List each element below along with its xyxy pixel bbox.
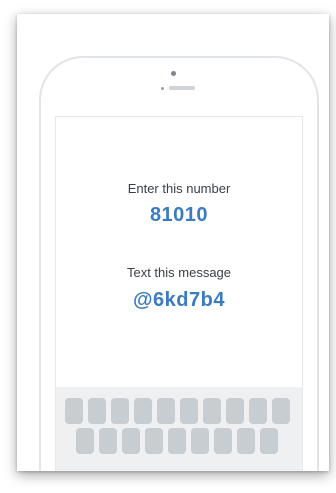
keyboard-key [203, 398, 221, 424]
keyboard-key [168, 428, 186, 454]
proximity-sensor-icon [161, 87, 164, 90]
keyboard-key [88, 398, 106, 424]
keyboard-key [145, 428, 163, 454]
message-label: Text this message [126, 265, 232, 280]
speaker-grille-icon [169, 86, 195, 90]
keyboard-key [76, 428, 94, 454]
keyboard-key [272, 398, 290, 424]
keyboard-key [122, 428, 140, 454]
number-value: 81010 [149, 204, 209, 226]
keyboard-key [134, 398, 152, 424]
keyboard-key [180, 398, 198, 424]
keyboard-row [56, 398, 302, 424]
keyboard-key [237, 428, 255, 454]
message-value: @6kd7b4 [133, 289, 225, 311]
keyboard-key [226, 398, 244, 424]
front-camera-icon [171, 71, 176, 76]
keyboard-key [214, 428, 232, 454]
keyboard-key [249, 398, 267, 424]
keyboard-key [99, 428, 117, 454]
keyboard-key [191, 428, 209, 454]
phone-screen: Enter this number 81010 Text this messag… [55, 116, 303, 471]
instruction-card: Enter this number 81010 Text this messag… [17, 14, 329, 471]
keyboard-key [111, 398, 129, 424]
number-label: Enter this number [127, 181, 231, 196]
keyboard-row [56, 428, 302, 454]
keyboard-key [260, 428, 278, 454]
keyboard-key [65, 398, 83, 424]
keyboard-key [157, 398, 175, 424]
keyboard-illustration [56, 387, 302, 471]
